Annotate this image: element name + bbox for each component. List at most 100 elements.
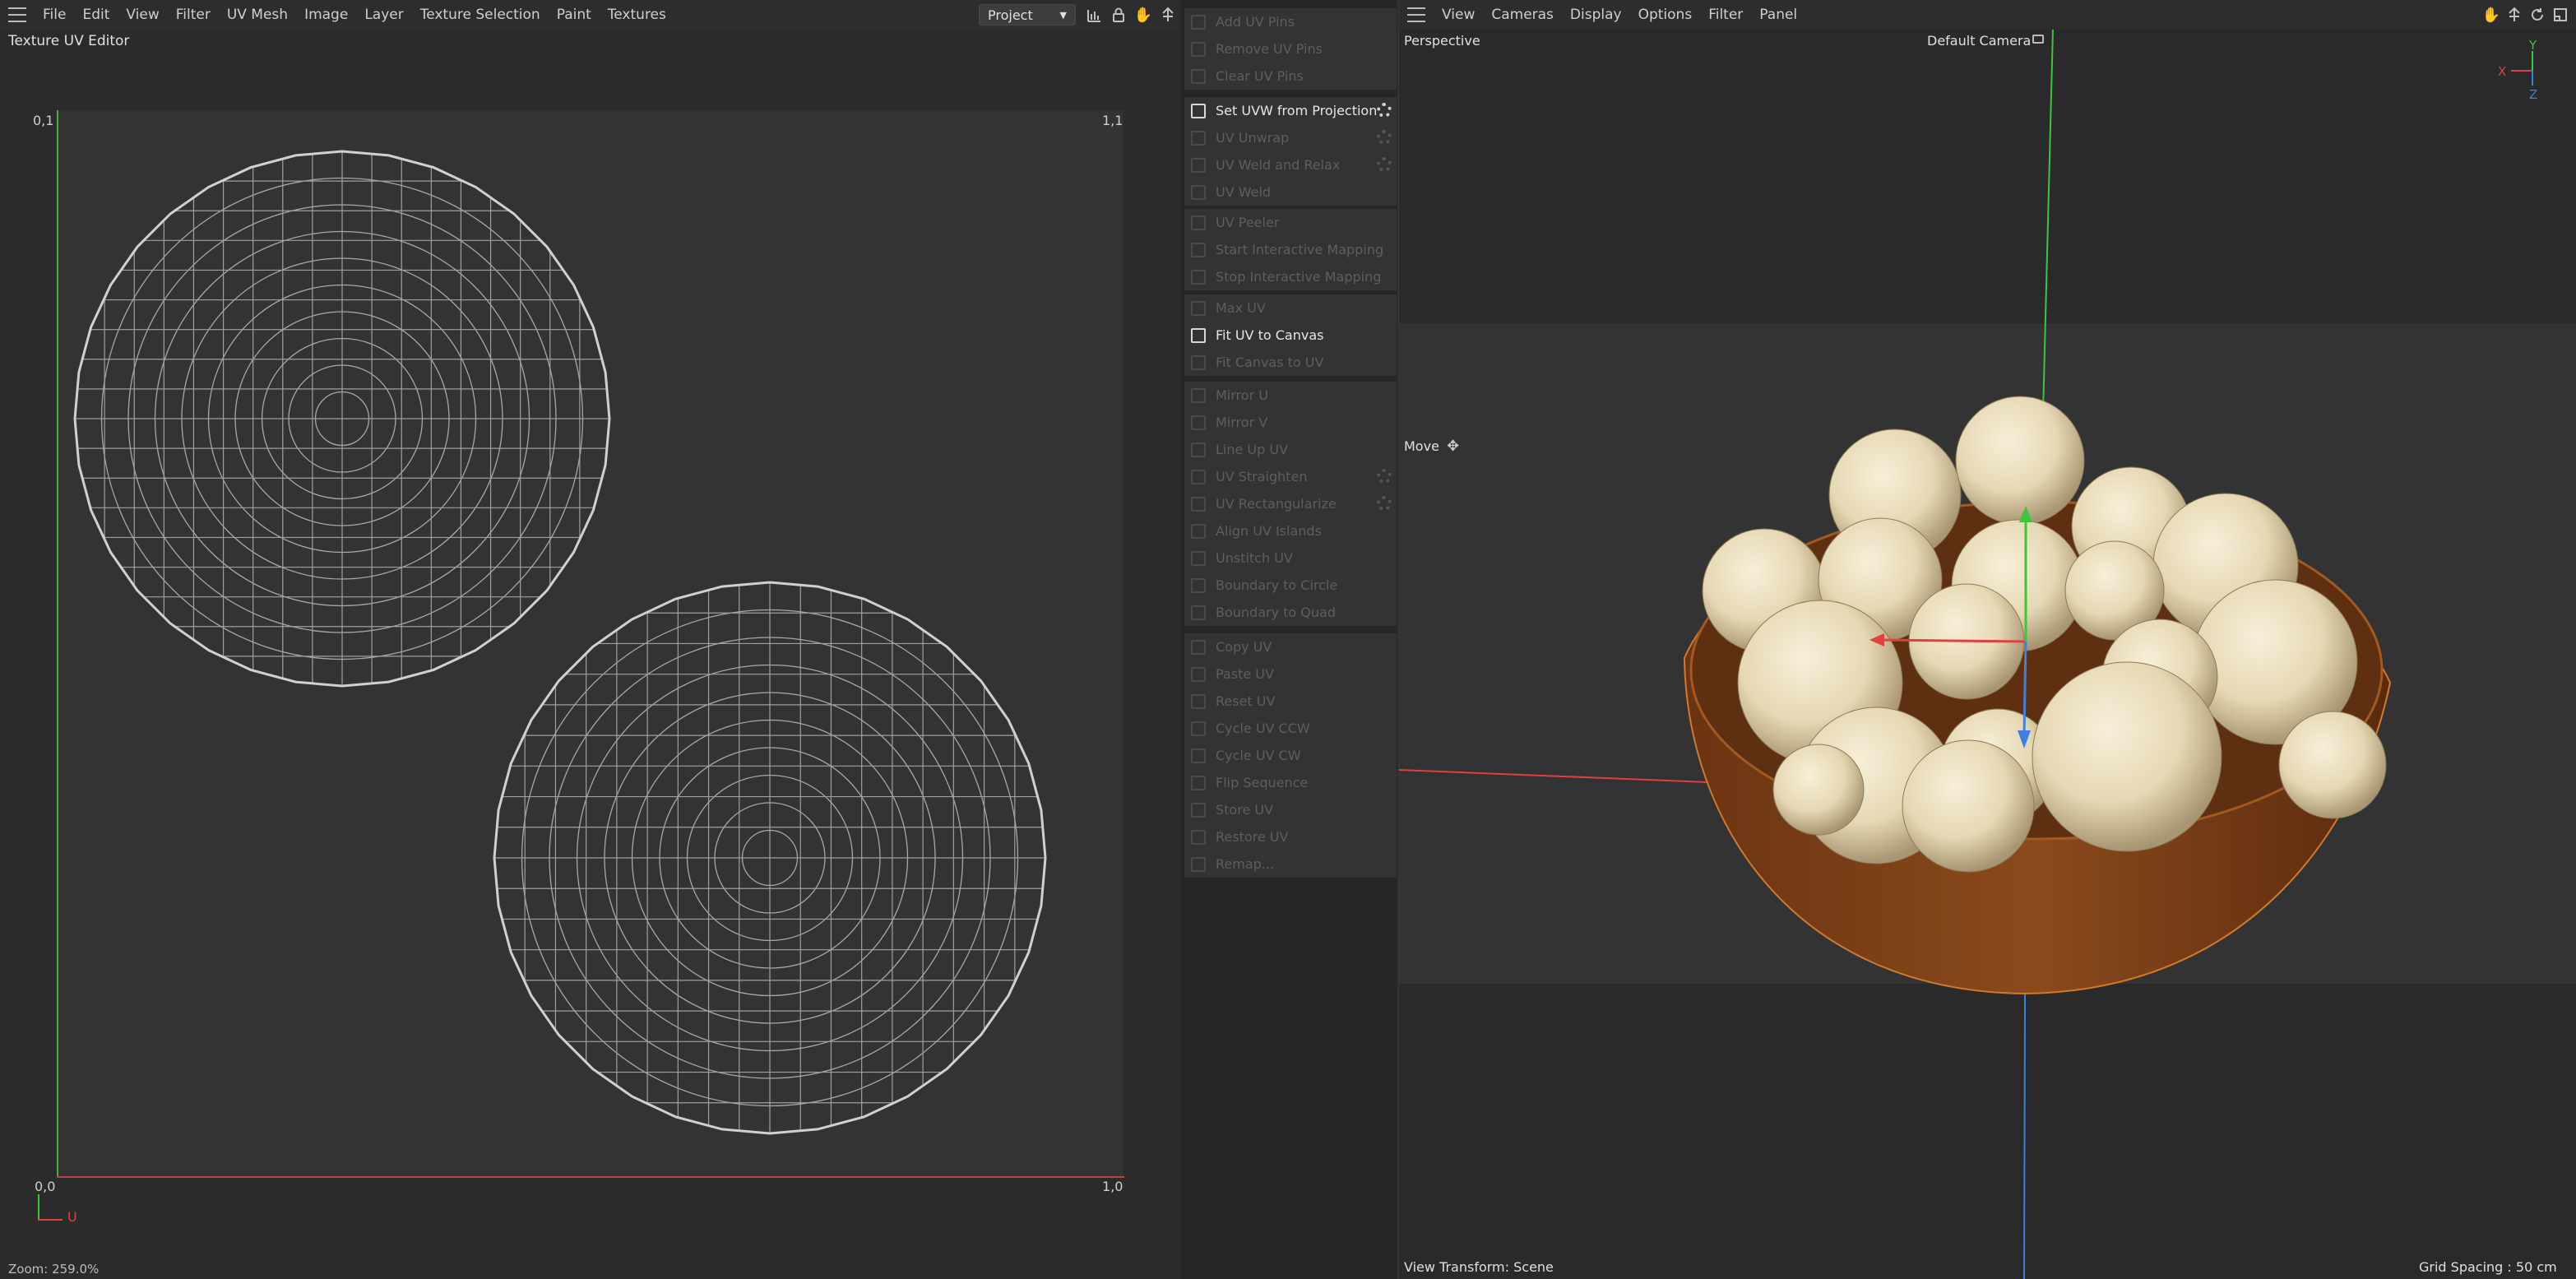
command-set-uvw-from-projection[interactable]: Set UVW from Projection — [1184, 97, 1397, 124]
command-uv-straighten[interactable]: UV Straighten — [1184, 463, 1397, 490]
corner-label-bottom-left: 0,0 — [35, 1179, 56, 1194]
gear-icon[interactable] — [1377, 130, 1392, 145]
command-align-uv-islands[interactable]: Align UV Islands — [1184, 517, 1397, 545]
uv-island-bottom-right[interactable] — [493, 581, 1047, 1135]
move-icon[interactable] — [1158, 5, 1178, 25]
command-group: Mirror U Mirror V Line Up UV UV Straighten U… — [1184, 382, 1397, 626]
command-label: Fit UV to Canvas — [1216, 327, 1324, 343]
hamburger-menu-icon[interactable] — [8, 7, 26, 22]
menu-layer[interactable]: Layer — [356, 7, 411, 23]
command-cycle-uv-cw[interactable]: Cycle UV CW — [1184, 742, 1397, 769]
graph-icon[interactable] — [1084, 5, 1104, 25]
command-fit-uv-to-canvas[interactable]: Fit UV to Canvas — [1184, 322, 1397, 349]
command-icon — [1191, 41, 1206, 57]
orient-x-label: X — [2498, 64, 2506, 79]
command-uv-rectangularize[interactable]: UV Rectangularize — [1184, 490, 1397, 517]
menu-view[interactable]: View — [118, 7, 167, 23]
command-store-uv[interactable]: Store UV — [1184, 796, 1397, 823]
gizmo-x-axis — [1879, 638, 2027, 643]
command-mirror-v[interactable]: Mirror V — [1184, 409, 1397, 436]
command-uv-peeler[interactable]: UV Peeler — [1184, 209, 1397, 236]
command-uv-unwrap[interactable]: UV Unwrap — [1184, 124, 1397, 151]
command-add-uv-pins[interactable]: Add UV Pins — [1184, 8, 1397, 35]
command-label: Flip Sequence — [1216, 775, 1309, 790]
menu-image[interactable]: Image — [296, 7, 356, 23]
grid-spacing-status: Grid Spacing : 50 cm — [2419, 1259, 2557, 1275]
command-label: Mirror U — [1216, 387, 1268, 403]
command-label: Boundary to Quad — [1216, 605, 1336, 620]
menu-filter[interactable]: Filter — [168, 7, 219, 23]
command-label: Remap... — [1216, 856, 1275, 872]
command-flip-sequence[interactable]: Flip Sequence — [1184, 769, 1397, 796]
lock-icon[interactable] — [1109, 5, 1128, 25]
command-uv-weld-and-relax[interactable]: UV Weld and Relax — [1184, 151, 1397, 178]
gear-icon[interactable] — [1377, 103, 1392, 118]
command-label: Start Interactive Mapping — [1216, 242, 1384, 257]
command-max-uv[interactable]: Max UV — [1184, 294, 1397, 322]
command-stop-interactive-mapping[interactable]: Stop Interactive Mapping — [1184, 263, 1397, 290]
command-start-interactive-mapping[interactable]: Start Interactive Mapping — [1184, 236, 1397, 263]
command-restore-uv[interactable]: Restore UV — [1184, 823, 1397, 850]
command-label: UV Peeler — [1216, 215, 1280, 230]
macadamia-nut — [1955, 396, 2085, 526]
orient-y-label: Y — [2528, 38, 2537, 53]
command-label: Clear UV Pins — [1216, 68, 1304, 84]
command-label: Unstitch UV — [1216, 550, 1293, 566]
command-paste-uv[interactable]: Paste UV — [1184, 660, 1397, 688]
command-label: Add UV Pins — [1216, 14, 1295, 30]
hand-icon[interactable]: ✋ — [1133, 5, 1153, 25]
command-icon — [1191, 387, 1206, 403]
command-remove-uv-pins[interactable]: Remove UV Pins — [1184, 35, 1397, 63]
command-icon — [1191, 157, 1206, 173]
command-icon — [1191, 215, 1206, 230]
command-icon — [1191, 68, 1206, 84]
gear-icon[interactable] — [1377, 469, 1392, 484]
command-label: Mirror V — [1216, 415, 1268, 430]
menu-textures[interactable]: Textures — [600, 7, 674, 23]
uv-commands-panel: Add UV Pins Remove UV Pins Clear UV Pins Se… — [1181, 0, 1397, 1279]
command-boundary-to-circle[interactable]: Boundary to Circle — [1184, 572, 1397, 599]
menu-file[interactable]: File — [35, 7, 74, 23]
menu-edit[interactable]: Edit — [74, 7, 118, 23]
uv-canvas[interactable] — [58, 110, 1124, 1176]
uv-editor-title: Texture UV Editor — [8, 33, 130, 49]
corner-label-top-right: 1,1 — [1102, 113, 1124, 128]
gear-icon[interactable] — [1377, 157, 1392, 172]
command-label: Restore UV — [1216, 829, 1289, 845]
command-label: Remove UV Pins — [1216, 41, 1323, 57]
command-uv-weld[interactable]: UV Weld — [1184, 178, 1397, 206]
menu-paint[interactable]: Paint — [549, 7, 600, 23]
chevron-down-icon: ▼ — [1059, 9, 1067, 21]
command-mirror-u[interactable]: Mirror U — [1184, 382, 1397, 409]
project-mode-select[interactable]: Project ▼ — [979, 4, 1076, 25]
command-group: Copy UV Paste UV Reset UV Cycle UV CCW Cycle… — [1184, 633, 1397, 878]
command-label: Stop Interactive Mapping — [1216, 269, 1382, 285]
macadamia-nut — [2032, 661, 2222, 852]
u-axis-label: U — [67, 1209, 77, 1225]
command-boundary-to-quad[interactable]: Boundary to Quad — [1184, 599, 1397, 626]
command-label: Fit Canvas to UV — [1216, 355, 1324, 370]
command-remap[interactable]: Remap... — [1184, 850, 1397, 878]
gear-icon[interactable] — [1377, 496, 1392, 511]
command-icon — [1191, 577, 1206, 593]
command-copy-uv[interactable]: Copy UV — [1184, 633, 1397, 660]
command-label: Line Up UV — [1216, 442, 1289, 457]
viewport-scene[interactable]: Y X Z — [1399, 0, 2576, 1279]
command-unstitch-uv[interactable]: Unstitch UV — [1184, 545, 1397, 572]
command-icon — [1191, 130, 1206, 146]
uv-wireframe[interactable] — [58, 110, 1124, 1176]
command-reset-uv[interactable]: Reset UV — [1184, 688, 1397, 715]
command-icon — [1191, 415, 1206, 430]
command-fit-canvas-to-uv[interactable]: Fit Canvas to UV — [1184, 349, 1397, 376]
command-label: UV Weld — [1216, 184, 1272, 200]
menu-uv-mesh[interactable]: UV Mesh — [219, 7, 296, 23]
uv-island-top-left[interactable] — [73, 150, 611, 688]
command-clear-uv-pins[interactable]: Clear UV Pins — [1184, 63, 1397, 90]
command-icon — [1191, 300, 1206, 316]
command-line-up-uv[interactable]: Line Up UV — [1184, 436, 1397, 463]
command-label: Store UV — [1216, 802, 1274, 818]
corner-label-bottom-right: 1,0 — [1102, 1179, 1124, 1194]
menu-texture-selection[interactable]: Texture Selection — [412, 7, 549, 23]
command-icon — [1191, 775, 1206, 790]
command-cycle-uv-ccw[interactable]: Cycle UV CCW — [1184, 715, 1397, 742]
